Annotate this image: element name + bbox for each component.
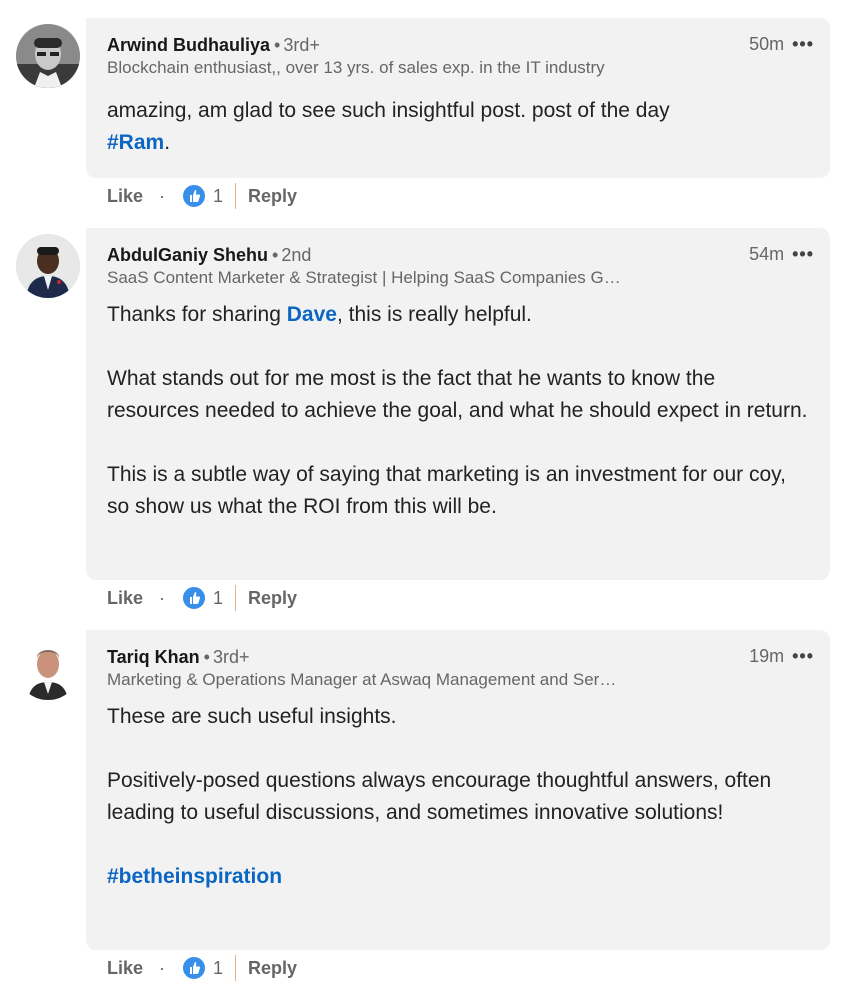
- comment-body: , this is really helpful.: [336, 303, 532, 326]
- comment-paragraph: Positively-posed questions always encour…: [107, 769, 772, 824]
- like-button[interactable]: Like: [107, 588, 143, 609]
- comment-bubble: Tariq Khan • 3rd+ 19m ••• Marketing & Opera…: [86, 630, 830, 950]
- comment-text: Thanks for sharing Dave, this is really …: [107, 299, 810, 523]
- comment-bubble: Arwind Budhauliya • 3rd+ 50m ••• Blockchain…: [86, 18, 830, 178]
- like-count[interactable]: 1: [213, 186, 223, 207]
- comment-bubble: AbdulGaniy Shehu • 2nd 54m ••• SaaS Content…: [86, 228, 830, 580]
- comment-paragraph: What stands out for me most is the fact …: [107, 367, 808, 422]
- action-separator: ·: [159, 957, 166, 978]
- like-button[interactable]: Like: [107, 186, 143, 207]
- connection-degree: 3rd+: [283, 35, 320, 55]
- reply-button[interactable]: Reply: [248, 588, 297, 609]
- timestamp: 54m: [749, 244, 785, 264]
- degree-separator: •: [274, 35, 281, 55]
- comment-actions: Like · 1 Reply: [107, 584, 297, 612]
- degree-separator: •: [272, 245, 279, 265]
- action-separator: ·: [159, 587, 166, 608]
- comment-paragraph: This is a subtle way of saying that mark…: [107, 463, 786, 518]
- comment-actions: Like · 1 Reply: [107, 182, 297, 210]
- avatar[interactable]: [16, 234, 80, 298]
- reply-button[interactable]: Reply: [248, 186, 297, 207]
- action-divider: [235, 585, 237, 611]
- avatar[interactable]: [16, 24, 80, 88]
- comment-actions: Like · 1 Reply: [107, 954, 297, 982]
- author-headline: SaaS Content Marketer & Strategist | Hel…: [107, 268, 621, 287]
- mention-link[interactable]: Dave: [287, 303, 337, 326]
- like-button[interactable]: Like: [107, 958, 143, 979]
- comment-body: amazing, am glad to see such insightful …: [107, 99, 670, 122]
- more-options-icon[interactable]: •••: [792, 34, 814, 54]
- author-headline: Marketing & Operations Manager at Aswaq …: [107, 670, 617, 689]
- action-separator: ·: [159, 185, 166, 206]
- hashtag-link[interactable]: #betheinspiration: [107, 865, 282, 888]
- like-reaction-icon[interactable]: [181, 955, 208, 981]
- avatar[interactable]: [16, 636, 80, 700]
- hashtag-link[interactable]: #Ram: [107, 131, 164, 154]
- like-reaction-icon[interactable]: [181, 183, 208, 209]
- reply-button[interactable]: Reply: [248, 958, 297, 979]
- more-options-icon[interactable]: •••: [792, 244, 814, 264]
- action-divider: [235, 183, 237, 209]
- author-name[interactable]: Arwind Budhauliya: [107, 35, 270, 55]
- connection-degree: 2nd: [281, 245, 312, 265]
- more-options-icon[interactable]: •••: [792, 646, 814, 666]
- comment-paragraph: These are such useful insights.: [107, 705, 397, 728]
- author-name[interactable]: AbdulGaniy Shehu: [107, 245, 268, 265]
- like-count[interactable]: 1: [213, 958, 223, 979]
- timestamp: 19m: [749, 646, 785, 666]
- like-reaction-icon[interactable]: [181, 585, 208, 611]
- comment-text: amazing, am glad to see such insightful …: [107, 95, 810, 159]
- author-name[interactable]: Tariq Khan: [107, 647, 200, 667]
- comment-body: Thanks for sharing: [107, 303, 287, 326]
- author-headline: Blockchain enthusiast,, over 13 yrs. of …: [107, 58, 605, 77]
- degree-separator: •: [203, 647, 210, 667]
- action-divider: [235, 955, 237, 981]
- connection-degree: 3rd+: [212, 647, 250, 667]
- timestamp: 50m: [749, 34, 785, 54]
- like-count[interactable]: 1: [213, 588, 223, 609]
- comment-body-end: .: [164, 131, 171, 154]
- comment-text: These are such useful insights. Positive…: [107, 701, 810, 893]
